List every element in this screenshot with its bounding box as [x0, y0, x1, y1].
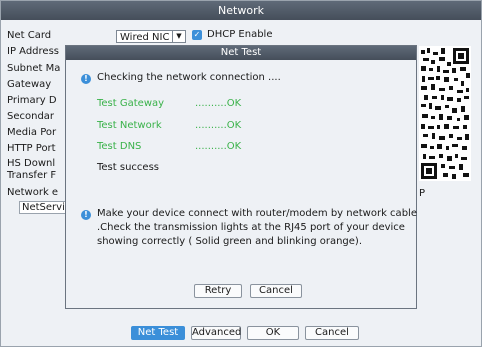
test-network-label: Test Network	[97, 120, 162, 131]
net-card-label: Net Card	[7, 30, 52, 41]
info-icon: !	[81, 210, 91, 220]
test-gateway-label: Test Gateway	[97, 98, 165, 109]
subnet-mask-label: Subnet Ma	[7, 63, 61, 74]
advanced-button[interactable]: Advanced	[191, 326, 241, 340]
ok-button[interactable]: OK	[247, 326, 299, 340]
test-dns-label: Test DNS	[97, 141, 142, 152]
checking-message: Checking the network connection ....	[97, 72, 281, 83]
note-line-1: Make your device connect with router/mod…	[97, 208, 417, 219]
gateway-label: Gateway	[7, 79, 52, 90]
dialog-cancel-button[interactable]: Cancel	[250, 284, 302, 298]
checkbox-checked-icon[interactable]: ✓	[192, 30, 202, 40]
test-gateway-result: ..........OK	[195, 98, 242, 109]
net-test-dialog: Net Test ! Checking the network connecti…	[65, 45, 417, 309]
test-dns-result: ..........OK	[195, 141, 242, 152]
net-service-button[interactable]: NetServic	[19, 201, 66, 214]
note-line-2: .Check the transmission lights at the RJ…	[97, 222, 405, 233]
net-test-button[interactable]: Net Test	[131, 326, 185, 340]
test-network-result: ..........OK	[195, 120, 242, 131]
hs-download-label: HS Downl	[7, 158, 56, 169]
note-line-3: showing correctly ( Solid green and blin…	[97, 236, 363, 247]
info-icon: !	[81, 74, 91, 84]
media-port-label: Media Por	[7, 127, 57, 138]
primary-dns-label: Primary D	[7, 95, 57, 106]
network-window: Network Net Card Wired NIC ▼ ✓ DHCP Enab…	[0, 0, 482, 347]
net-card-select[interactable]: Wired NIC ▼	[116, 30, 186, 43]
test-success-message: Test success	[97, 162, 159, 173]
net-card-value: Wired NIC	[120, 32, 170, 43]
p-text: P	[419, 188, 426, 199]
cancel-button[interactable]: Cancel	[305, 326, 359, 340]
secondary-dns-label: Secondar	[7, 111, 55, 122]
retry-button[interactable]: Retry	[194, 284, 242, 298]
transfer-policy-label: Transfer F	[7, 170, 57, 181]
dialog-title: Net Test	[66, 46, 416, 60]
qr-code-image	[419, 46, 471, 181]
window-title: Network	[1, 1, 481, 20]
chevron-down-icon: ▼	[172, 31, 185, 42]
ip-address-label: IP Address	[7, 46, 59, 57]
dhcp-enable-label: DHCP Enable	[207, 29, 273, 40]
http-port-label: HTTP Port	[7, 143, 56, 154]
network-encryption-label: Network e	[7, 187, 59, 198]
